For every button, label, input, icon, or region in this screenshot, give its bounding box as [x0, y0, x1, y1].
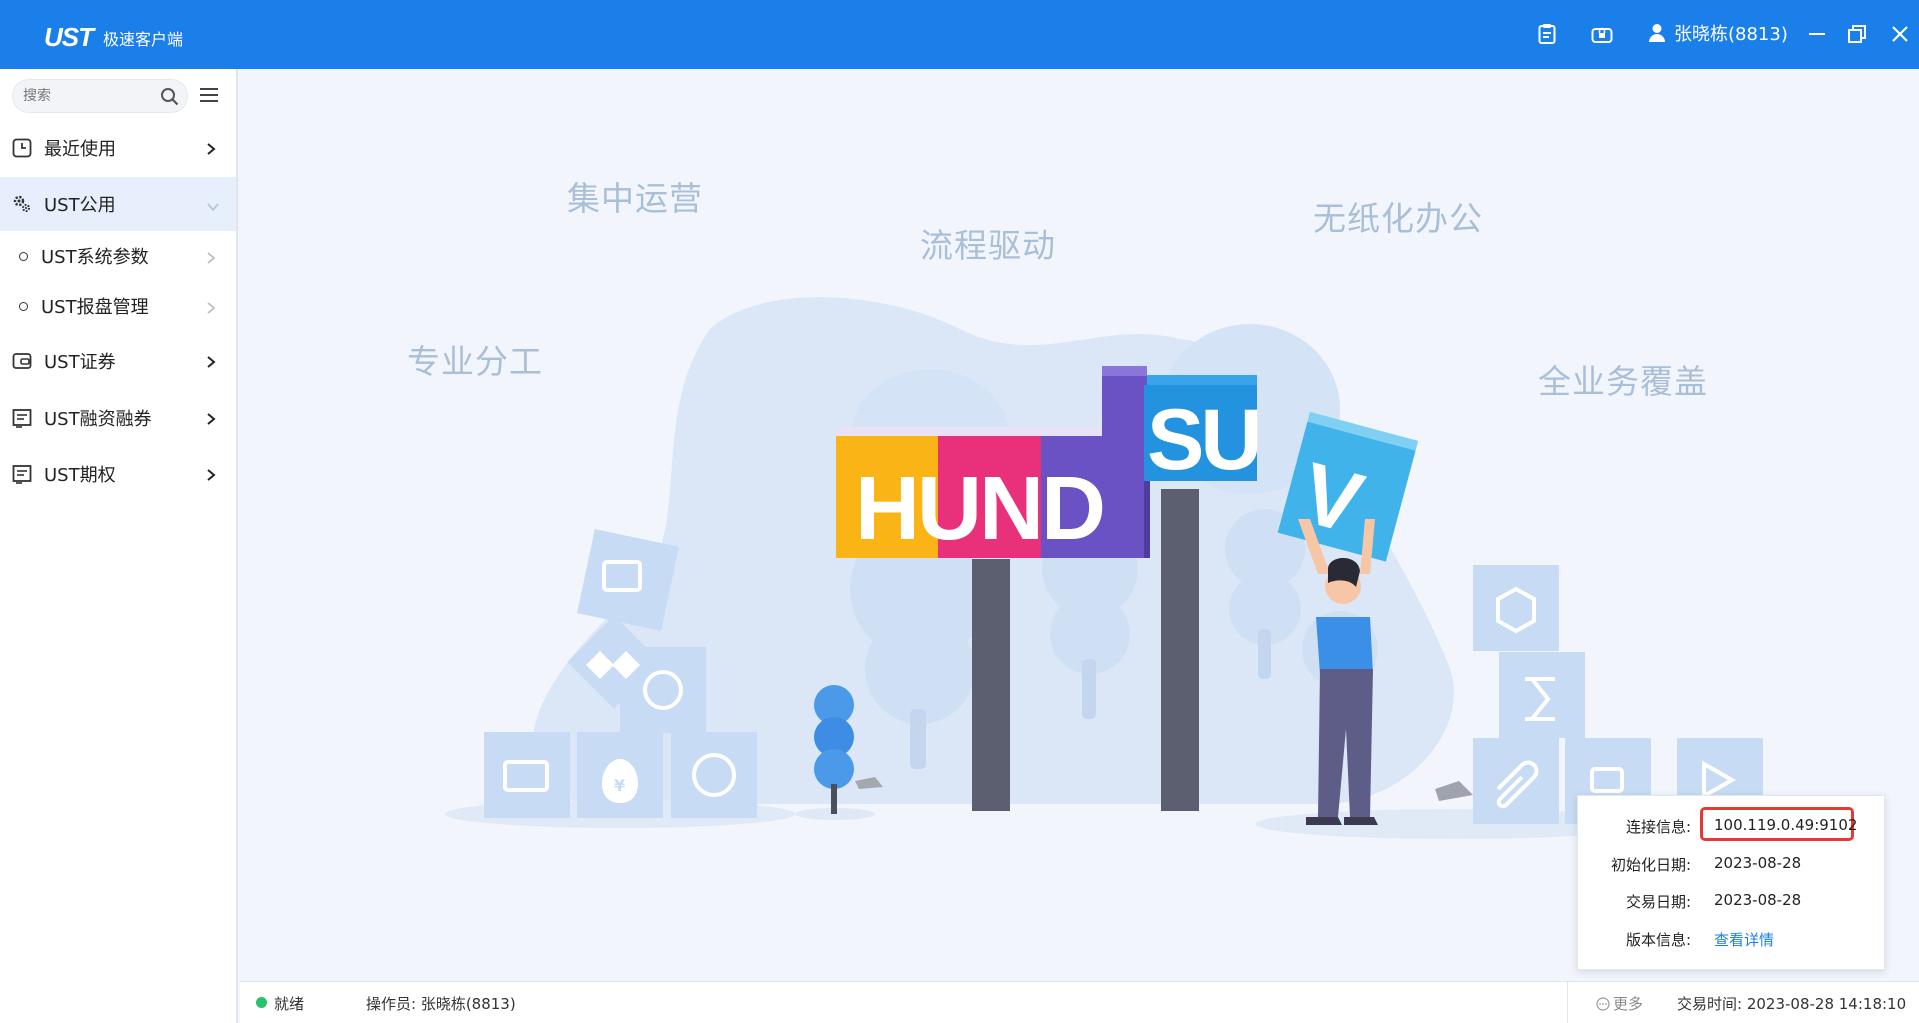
sidebar-item-label: 最近使用 — [44, 139, 116, 160]
user-menu[interactable]: 张晓栋(8813) — [1648, 20, 1788, 46]
connection-info-popup: 连接信息: 100.119.0.49:9102 初始化日期: 2023-08-2… — [1577, 795, 1885, 970]
connection-info-label: 连接信息: — [1625, 818, 1691, 836]
trade-date-label: 交易日期: — [1625, 893, 1691, 911]
more-label: 更多 — [1613, 995, 1644, 1013]
slogan-process-driven: 流程驱动 — [920, 226, 1056, 265]
chevron-right-icon — [206, 410, 216, 431]
bullet-icon — [19, 252, 28, 261]
sidebar-item-label: UST期权 — [44, 465, 116, 486]
init-date-value: 2023-08-28 — [1714, 854, 1802, 872]
trade-time: 交易时间: 2023-08-28 14:18:10 — [1677, 995, 1907, 1013]
chevron-right-icon — [206, 466, 216, 487]
list-doc-icon — [12, 408, 32, 428]
close-button[interactable] — [1886, 20, 1914, 48]
lock-screen-icon[interactable] — [1590, 22, 1614, 46]
status-text: 就绪 — [274, 995, 305, 1013]
sidebar-item-label: UST公用 — [44, 195, 116, 216]
bullet-icon — [19, 302, 28, 311]
svg-text:V: V — [1292, 445, 1372, 553]
wallet-icon — [12, 351, 32, 371]
sidebar-item-label: UST融资融券 — [44, 409, 152, 430]
app-title: 极速客户端 — [103, 29, 184, 49]
sidebar: 最近使用 UST公用 UST系统参数 UST报盘管理 UST证券 — [0, 69, 238, 1023]
slogan-paperless-office: 无纸化办公 — [1313, 199, 1483, 238]
sidebar-subitem-system-params[interactable]: UST系统参数 — [0, 232, 236, 280]
sidebar-subitem-label: UST系统参数 — [41, 247, 149, 268]
sidebar-item-ust-margin[interactable]: UST融资融券 — [0, 391, 236, 445]
chevron-down-icon — [206, 196, 220, 217]
sidebar-item-label: UST证券 — [44, 352, 116, 373]
status-ready-icon — [256, 997, 267, 1008]
logo-mark: UST — [44, 22, 94, 52]
user-icon — [1649, 24, 1665, 42]
sidebar-item-recent[interactable]: 最近使用 — [0, 121, 236, 175]
app-logo: UST 极速客户端 — [44, 22, 183, 53]
slogan-full-business-coverage: 全业务覆盖 — [1538, 362, 1708, 401]
connection-info-value: 100.119.0.49:9102 — [1714, 816, 1858, 834]
more-button[interactable]: 更多 — [1596, 993, 1643, 1014]
sidebar-item-ust-public[interactable]: UST公用 — [0, 177, 236, 231]
init-date-label: 初始化日期: — [1610, 856, 1691, 874]
gears-icon — [12, 194, 32, 214]
sidebar-item-ust-options[interactable]: UST期权 — [0, 447, 236, 501]
minimize-button[interactable] — [1803, 20, 1831, 48]
chevron-right-icon — [206, 249, 216, 270]
sidebar-item-ust-securities[interactable]: UST证券 — [0, 334, 236, 388]
title-bar: UST 极速客户端 张晓栋(8813) — [0, 0, 1919, 69]
hamburger-menu-icon[interactable] — [200, 87, 218, 107]
clock-icon — [12, 138, 32, 158]
svg-text:SU: SU — [1147, 392, 1258, 488]
trade-date-value: 2023-08-28 — [1714, 891, 1802, 909]
slogan-professional-division: 专业分工 — [407, 342, 543, 381]
status-bar: 就绪 操作员: 张晓栋(8813) 更多 交易时间: 2023-08-28 14… — [240, 981, 1919, 1023]
sidebar-subitem-offer-management[interactable]: UST报盘管理 — [0, 282, 236, 330]
search-box — [12, 79, 188, 113]
search-icon[interactable] — [160, 87, 179, 110]
more-dots-icon — [1596, 996, 1610, 1011]
user-name: 张晓栋(8813) — [1674, 24, 1788, 45]
chevron-right-icon — [206, 140, 216, 161]
list-doc-icon — [12, 464, 32, 484]
version-info-label: 版本信息: — [1625, 931, 1691, 949]
chevron-right-icon — [206, 299, 216, 320]
sidebar-subitem-label: UST报盘管理 — [41, 297, 149, 318]
svg-text:HUND: HUND — [855, 459, 1103, 559]
operator-info: 操作员: 张晓栋(8813) — [366, 995, 516, 1013]
slogan-centralized-ops: 集中运营 — [567, 179, 703, 218]
view-details-link[interactable]: 查看详情 — [1714, 929, 1774, 950]
svg-text:¥: ¥ — [614, 776, 625, 795]
search-input[interactable] — [23, 80, 153, 112]
divider — [1567, 982, 1568, 1023]
chevron-right-icon — [206, 353, 216, 374]
clipboard-icon[interactable] — [1535, 22, 1559, 46]
restore-button[interactable] — [1843, 20, 1871, 48]
